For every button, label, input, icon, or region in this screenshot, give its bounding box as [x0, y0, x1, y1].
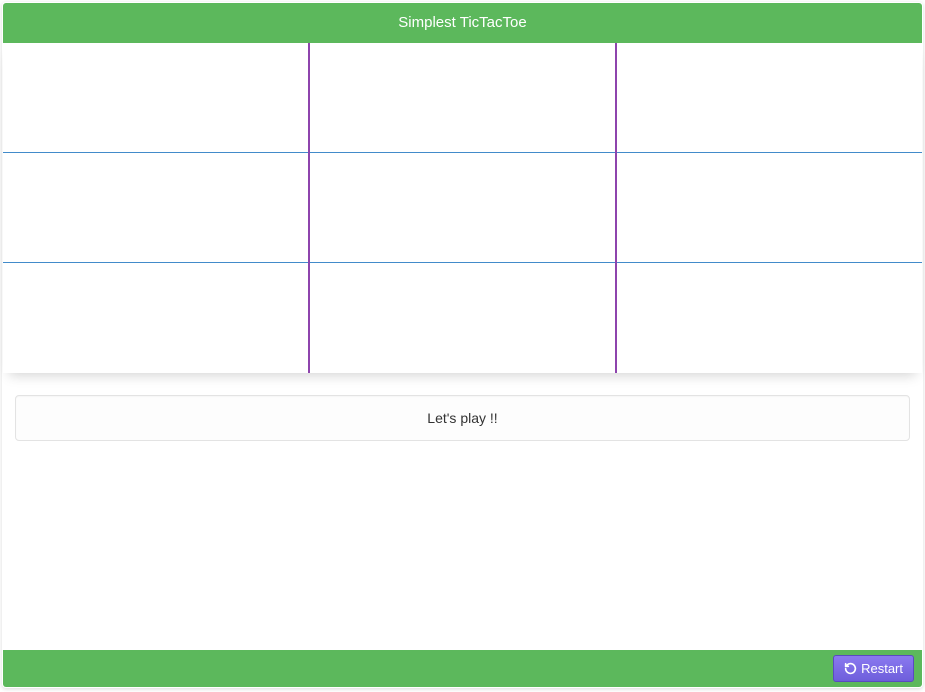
refresh-icon: [844, 662, 857, 675]
cell-1-0[interactable]: [3, 153, 309, 263]
footer: Restart: [3, 650, 922, 687]
cell-2-1[interactable]: [309, 263, 615, 373]
cell-2-0[interactable]: [3, 263, 309, 373]
title-text: Simplest TicTacToe: [398, 14, 526, 31]
message-area: Let's play !!: [3, 373, 922, 453]
cell-0-2[interactable]: [616, 43, 922, 153]
board-area: [3, 43, 922, 373]
game-panel: Simplest TicTacToe Let's play !!: [2, 2, 923, 688]
cell-0-1[interactable]: [309, 43, 615, 153]
restart-button[interactable]: Restart: [833, 655, 914, 682]
tictactoe-board: [3, 43, 922, 373]
status-text: Let's play !!: [427, 410, 497, 426]
cell-0-0[interactable]: [3, 43, 309, 153]
page-title: Simplest TicTacToe: [3, 3, 922, 43]
cell-2-2[interactable]: [616, 263, 922, 373]
cell-1-2[interactable]: [616, 153, 922, 263]
cell-1-1[interactable]: [309, 153, 615, 263]
restart-label: Restart: [861, 661, 903, 676]
status-message: Let's play !!: [15, 395, 910, 441]
